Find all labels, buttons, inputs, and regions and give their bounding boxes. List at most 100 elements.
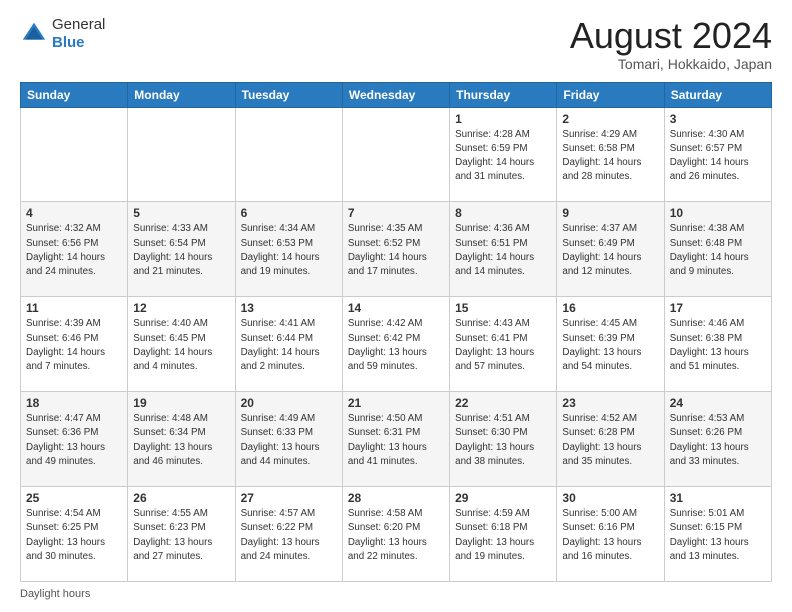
day-info: Sunrise: 4:45 AM Sunset: 6:39 PM Dayligh… [562,317,658,374]
day-info: Sunrise: 4:58 AM Sunset: 6:20 PM Dayligh… [348,507,444,564]
calendar-cell-w4-d3: 28Sunrise: 4:58 AM Sunset: 6:20 PM Dayli… [342,487,449,582]
day-number: 5 [133,206,229,220]
week-row-0: 1 Sunrise: 4:28 AM Sunset: 6:59 PM Daylig… [21,107,772,202]
calendar-cell-w0-d5: 2Sunrise: 4:29 AM Sunset: 6:58 PM Daylig… [557,107,664,202]
day-info: Sunrise: 5:00 AM Sunset: 6:16 PM Dayligh… [562,507,658,564]
day-info: Sunrise: 4:40 AM Sunset: 6:45 PM Dayligh… [133,317,229,374]
day-number: 30 [562,491,658,505]
calendar-cell-w1-d1: 5 Sunrise: 4:33 AM Sunset: 6:54 PM Daylig… [128,202,235,297]
day-number: 27 [241,491,337,505]
day-info: Sunrise: 4:59 AM Sunset: 6:18 PM Dayligh… [455,507,551,564]
day-info: Sunrise: 4:41 AM Sunset: 6:44 PM Dayligh… [241,317,337,374]
calendar-cell-w3-d4: 22Sunrise: 4:51 AM Sunset: 6:30 PM Dayli… [450,392,557,487]
calendar-cell-w2-d3: 14Sunrise: 4:42 AM Sunset: 6:42 PM Dayli… [342,297,449,392]
week-row-4: 25Sunrise: 4:54 AM Sunset: 6:25 PM Dayli… [21,487,772,582]
day-number: 1 [455,112,551,126]
calendar-cell-w3-d0: 18 Sunrise: 4:47 AM Sunset: 6:36 PM Dayli… [21,392,128,487]
day-number: 12 [133,301,229,315]
calendar-cell-w2-d2: 13 Sunrise: 4:41 AM Sunset: 6:44 PM Dayli… [235,297,342,392]
calendar-cell-w3-d6: 24Sunrise: 4:53 AM Sunset: 6:26 PM Dayli… [664,392,771,487]
day-info: Sunrise: 5:01 AM Sunset: 6:15 PM Dayligh… [670,507,766,564]
col-thursday: Thursday [450,82,557,107]
calendar-cell-w0-d1 [128,107,235,202]
calendar-cell-w1-d5: 9Sunrise: 4:37 AM Sunset: 6:49 PM Daylig… [557,202,664,297]
day-info: Sunrise: 4:52 AM Sunset: 6:28 PM Dayligh… [562,412,658,469]
calendar-cell-w1-d4: 8Sunrise: 4:36 AM Sunset: 6:51 PM Daylig… [450,202,557,297]
day-info: Sunrise: 4:55 AM Sunset: 6:23 PM Dayligh… [133,507,229,564]
col-sunday: Sunday [21,82,128,107]
col-wednesday: Wednesday [342,82,449,107]
week-row-3: 18 Sunrise: 4:47 AM Sunset: 6:36 PM Dayli… [21,392,772,487]
logo-text: General Blue [52,16,105,52]
day-number: 7 [348,206,444,220]
day-info: Sunrise: 4:37 AM Sunset: 6:49 PM Dayligh… [562,222,658,279]
day-info: Sunrise: 4:33 AM Sunset: 6:54 PM Dayligh… [133,222,229,279]
header: General Blue August 2024 Tomari, Hokkaid… [20,16,772,72]
calendar-table: Sunday Monday Tuesday Wednesday Thursday… [20,82,772,582]
day-number: 22 [455,396,551,410]
calendar-cell-w4-d2: 27 Sunrise: 4:57 AM Sunset: 6:22 PM Dayli… [235,487,342,582]
logo-icon [20,20,48,48]
day-number: 13 [241,301,337,315]
logo-general: General [52,16,105,33]
calendar-cell-w2-d0: 11 Sunrise: 4:39 AM Sunset: 6:46 PM Dayli… [21,297,128,392]
day-info: Sunrise: 4:43 AM Sunset: 6:41 PM Dayligh… [455,317,551,374]
day-number: 16 [562,301,658,315]
day-number: 24 [670,396,766,410]
col-friday: Friday [557,82,664,107]
calendar-cell-w3-d5: 23 Sunrise: 4:52 AM Sunset: 6:28 PM Dayli… [557,392,664,487]
day-info: Sunrise: 4:35 AM Sunset: 6:52 PM Dayligh… [348,222,444,279]
day-info: Sunrise: 4:48 AM Sunset: 6:34 PM Dayligh… [133,412,229,469]
col-monday: Monday [128,82,235,107]
day-number: 20 [241,396,337,410]
day-number: 17 [670,301,766,315]
calendar-cell-w0-d4: 1 Sunrise: 4:28 AM Sunset: 6:59 PM Daylig… [450,107,557,202]
day-info: Sunrise: 4:47 AM Sunset: 6:36 PM Dayligh… [26,412,122,469]
subtitle: Tomari, Hokkaido, Japan [570,56,772,72]
day-info: Sunrise: 4:34 AM Sunset: 6:53 PM Dayligh… [241,222,337,279]
day-info: Sunrise: 4:36 AM Sunset: 6:51 PM Dayligh… [455,222,551,279]
day-number: 2 [562,112,658,126]
calendar-cell-w1-d2: 6Sunrise: 4:34 AM Sunset: 6:53 PM Daylig… [235,202,342,297]
day-number: 29 [455,491,551,505]
day-info: Sunrise: 4:57 AM Sunset: 6:22 PM Dayligh… [241,507,337,564]
day-number: 23 [562,396,658,410]
col-tuesday: Tuesday [235,82,342,107]
calendar-cell-w2-d1: 12 Sunrise: 4:40 AM Sunset: 6:45 PM Dayli… [128,297,235,392]
calendar-cell-w0-d2 [235,107,342,202]
calendar-cell-w3-d3: 21Sunrise: 4:50 AM Sunset: 6:31 PM Dayli… [342,392,449,487]
title-block: August 2024 Tomari, Hokkaido, Japan [570,16,772,72]
col-saturday: Saturday [664,82,771,107]
calendar-cell-w0-d0 [21,107,128,202]
day-info: Sunrise: 4:39 AM Sunset: 6:46 PM Dayligh… [26,317,122,374]
day-number: 15 [455,301,551,315]
calendar-cell-w2-d6: 17 Sunrise: 4:46 AM Sunset: 6:38 PM Dayli… [664,297,771,392]
calendar-cell-w2-d5: 16 Sunrise: 4:45 AM Sunset: 6:39 PM Dayli… [557,297,664,392]
day-info: Sunrise: 4:30 AM Sunset: 6:57 PM Dayligh… [670,128,766,185]
calendar-cell-w0-d3 [342,107,449,202]
calendar-cell-w1-d0: 4 Sunrise: 4:32 AM Sunset: 6:56 PM Daylig… [21,202,128,297]
page: General Blue August 2024 Tomari, Hokkaid… [0,0,792,612]
week-row-1: 4 Sunrise: 4:32 AM Sunset: 6:56 PM Daylig… [21,202,772,297]
day-number: 31 [670,491,766,505]
day-info: Sunrise: 4:32 AM Sunset: 6:56 PM Dayligh… [26,222,122,279]
day-info: Sunrise: 4:49 AM Sunset: 6:33 PM Dayligh… [241,412,337,469]
day-number: 18 [26,396,122,410]
day-info: Sunrise: 4:54 AM Sunset: 6:25 PM Dayligh… [26,507,122,564]
calendar-cell-w4-d1: 26 Sunrise: 4:55 AM Sunset: 6:23 PM Dayli… [128,487,235,582]
day-number: 4 [26,206,122,220]
logo: General Blue [20,16,105,52]
calendar-header-row: Sunday Monday Tuesday Wednesday Thursday… [21,82,772,107]
day-number: 11 [26,301,122,315]
calendar-cell-w1-d6: 10Sunrise: 4:38 AM Sunset: 6:48 PM Dayli… [664,202,771,297]
day-info: Sunrise: 4:46 AM Sunset: 6:38 PM Dayligh… [670,317,766,374]
day-number: 19 [133,396,229,410]
day-info: Sunrise: 4:28 AM Sunset: 6:59 PM Dayligh… [455,128,551,185]
calendar-cell-w4-d0: 25Sunrise: 4:54 AM Sunset: 6:25 PM Dayli… [21,487,128,582]
calendar-cell-w4-d5: 30 Sunrise: 5:00 AM Sunset: 6:16 PM Dayli… [557,487,664,582]
calendar-cell-w2-d4: 15 Sunrise: 4:43 AM Sunset: 6:41 PM Dayli… [450,297,557,392]
calendar-cell-w0-d6: 3Sunrise: 4:30 AM Sunset: 6:57 PM Daylig… [664,107,771,202]
day-info: Sunrise: 4:38 AM Sunset: 6:48 PM Dayligh… [670,222,766,279]
footer-note: Daylight hours [20,588,772,600]
day-number: 26 [133,491,229,505]
